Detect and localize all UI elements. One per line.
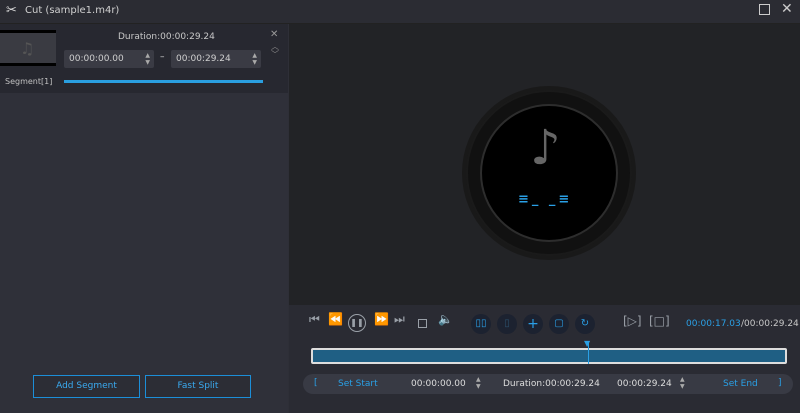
stop-segment-icon[interactable]: [□]: [649, 314, 670, 328]
fast-split-button[interactable]: Fast Split: [145, 375, 251, 398]
spinner-icon[interactable]: ▲ ▼: [476, 376, 481, 390]
segment-end-input[interactable]: 00:00:29.24 ▲ ▼: [171, 50, 261, 68]
add-segment-button[interactable]: Add Segment: [33, 375, 140, 398]
window-title: Cut (sample1.m4r): [25, 5, 120, 16]
end-time-input[interactable]: 00:00:29.24: [617, 379, 672, 389]
segment-label: Segment[1]: [5, 77, 53, 86]
spinner-icon[interactable]: ▲ ▼: [680, 376, 685, 390]
pause-button[interactable]: ❚❚: [348, 314, 366, 332]
segment-start-input[interactable]: 00:00:00.00 ▲ ▼: [64, 50, 154, 68]
skip-start-icon[interactable]: ⏮: [309, 312, 320, 327]
spinner-icon[interactable]: ▲ ▼: [145, 52, 150, 66]
reset-icon[interactable]: ↻: [575, 314, 595, 334]
segment-thumbnail: ♫: [0, 30, 56, 66]
range-dash: –: [160, 52, 165, 62]
split-icon[interactable]: ▯▯: [471, 314, 491, 334]
bracket-open: [: [314, 378, 318, 388]
add-icon[interactable]: +: [523, 314, 543, 334]
equalizer-icon: ≡_ _≡: [518, 192, 573, 207]
segment-duration: Duration:00:00:29.24: [118, 32, 215, 42]
title-bar: ✂ Cut (sample1.m4r) ✕: [0, 0, 800, 24]
rewind-icon[interactable]: ⏪: [328, 312, 343, 326]
copy-icon[interactable]: ▢: [549, 314, 569, 334]
close-button[interactable]: ✕: [781, 1, 793, 17]
preview-area: ♪ ≡_ _≡: [289, 24, 800, 305]
fast-forward-icon[interactable]: ⏩: [374, 312, 389, 326]
set-start-button[interactable]: Set Start: [338, 379, 378, 389]
delete-segment-icon[interactable]: ✕: [270, 29, 278, 40]
bracket-close: ]: [778, 378, 782, 388]
music-note-icon: ♪: [530, 120, 561, 176]
play-segment-icon[interactable]: [▷]: [623, 314, 642, 328]
start-time-input[interactable]: 00:00:00.00: [411, 379, 466, 389]
segment-progress-bar: [64, 80, 263, 83]
current-time: 00:00:17.03: [686, 319, 741, 329]
volume-icon[interactable]: 🔈: [438, 312, 453, 326]
playhead[interactable]: ▼: [584, 339, 590, 364]
spinner-icon[interactable]: ▲ ▼: [252, 52, 257, 66]
stop-button[interactable]: [418, 319, 427, 328]
total-time: /00:00:29.24: [741, 319, 799, 329]
move-down-icon[interactable]: ﹀: [271, 49, 279, 60]
scissors-icon: ✂: [6, 3, 17, 18]
duration-display: Duration:00:00:29.24: [503, 379, 600, 389]
delete-icon[interactable]: ▯: [497, 314, 517, 334]
skip-end-icon[interactable]: ⏭: [394, 312, 405, 327]
maximize-button[interactable]: [759, 4, 770, 15]
disc-graphic: ♪ ≡_ _≡: [466, 90, 632, 256]
timeline-track[interactable]: [311, 348, 787, 364]
set-end-button[interactable]: Set End: [723, 379, 758, 389]
music-icon: ♫: [20, 39, 35, 58]
